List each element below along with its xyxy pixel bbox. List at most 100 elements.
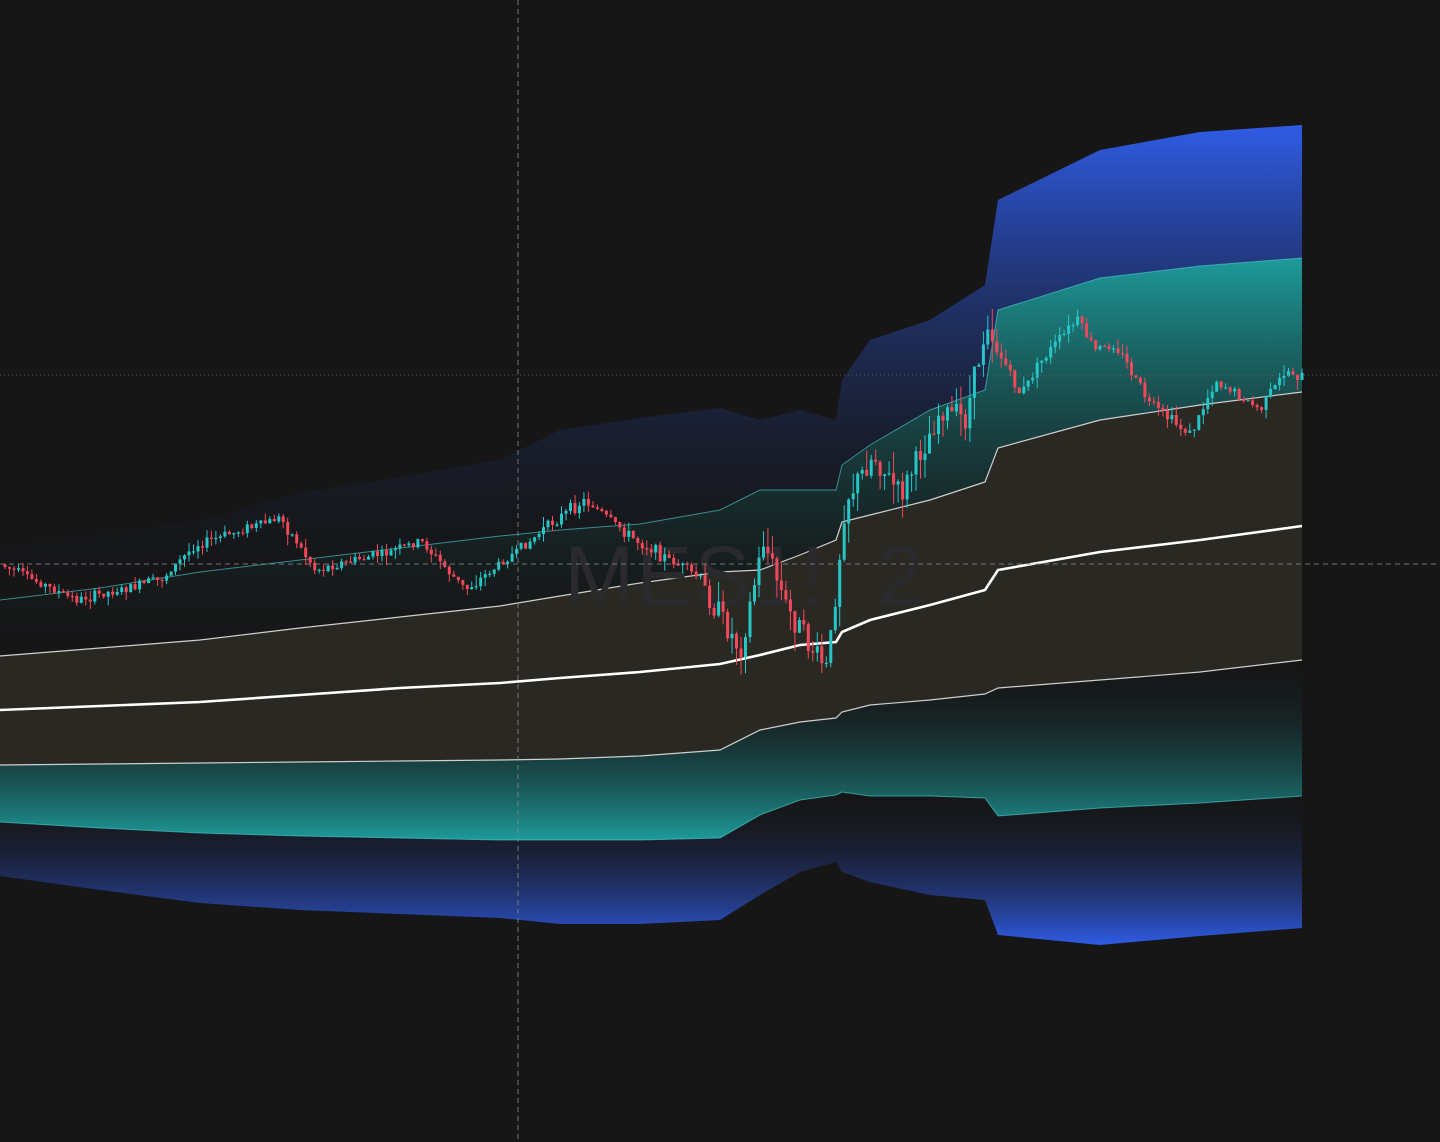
- candle-down[interactable]: [425, 541, 429, 550]
- candle-up[interactable]: [1188, 430, 1192, 433]
- candle-down[interactable]: [788, 599, 792, 612]
- candle-down[interactable]: [344, 561, 348, 563]
- candle-down[interactable]: [595, 507, 599, 509]
- candle-down[interactable]: [600, 509, 604, 512]
- candle-down[interactable]: [735, 633, 738, 649]
- candle-down[interactable]: [609, 514, 613, 518]
- candle-up[interactable]: [1192, 429, 1196, 431]
- candle-down[interactable]: [227, 531, 231, 535]
- candle-down[interactable]: [672, 558, 676, 565]
- candle-up[interactable]: [371, 551, 375, 557]
- candle-up[interactable]: [869, 459, 873, 476]
- candle-down[interactable]: [878, 461, 882, 476]
- candle-down[interactable]: [1219, 381, 1223, 388]
- candle-up[interactable]: [528, 541, 532, 549]
- candle-down[interactable]: [712, 608, 716, 616]
- candle-down[interactable]: [636, 538, 640, 543]
- candle-down[interactable]: [573, 503, 577, 514]
- candle-down[interactable]: [281, 516, 285, 522]
- candle-down[interactable]: [1107, 345, 1111, 349]
- candle-down[interactable]: [209, 537, 213, 539]
- candle-up[interactable]: [856, 473, 860, 494]
- candle-down[interactable]: [649, 549, 653, 553]
- candle-down[interactable]: [1089, 337, 1093, 341]
- candle-up[interactable]: [106, 591, 110, 597]
- candle-down[interactable]: [963, 414, 967, 429]
- candle-down[interactable]: [1008, 364, 1012, 371]
- candle-up[interactable]: [842, 523, 846, 560]
- candle-up[interactable]: [245, 524, 249, 534]
- candle-down[interactable]: [12, 568, 16, 570]
- candle-up[interactable]: [1273, 385, 1277, 389]
- candle-down[interactable]: [892, 473, 896, 485]
- candle-up[interactable]: [797, 620, 801, 633]
- candle-up[interactable]: [236, 532, 240, 534]
- candle-up[interactable]: [663, 554, 667, 562]
- candle-down[interactable]: [1125, 353, 1129, 363]
- candle-up[interactable]: [582, 499, 586, 506]
- candle-up[interactable]: [187, 551, 191, 556]
- candle-down[interactable]: [591, 505, 595, 508]
- candle-up[interactable]: [380, 550, 384, 556]
- candle-up[interactable]: [654, 544, 658, 553]
- candle-down[interactable]: [1242, 399, 1246, 401]
- candle-up[interactable]: [398, 544, 402, 549]
- candle-up[interactable]: [833, 606, 837, 631]
- candle-down[interactable]: [286, 522, 290, 535]
- candle-up[interactable]: [555, 524, 559, 526]
- candle-up[interactable]: [533, 537, 537, 542]
- candle-down[interactable]: [21, 568, 25, 572]
- candle-up[interactable]: [120, 587, 124, 592]
- candle-up[interactable]: [717, 601, 721, 616]
- candle-down[interactable]: [452, 574, 456, 577]
- candle-down[interactable]: [865, 470, 869, 476]
- candle-down[interactable]: [1130, 362, 1133, 376]
- candle-down[interactable]: [358, 556, 361, 560]
- candle-down[interactable]: [640, 543, 644, 549]
- candle-up[interactable]: [214, 538, 218, 540]
- candle-down[interactable]: [447, 567, 451, 575]
- candle-down[interactable]: [802, 620, 806, 625]
- candle-down[interactable]: [1085, 323, 1089, 338]
- candle-up[interactable]: [178, 559, 182, 564]
- candle-up[interactable]: [1031, 377, 1035, 381]
- candle-down[interactable]: [88, 599, 92, 602]
- candle-down[interactable]: [1013, 370, 1017, 388]
- candle-down[interactable]: [613, 517, 617, 522]
- candle-down[interactable]: [1156, 402, 1160, 408]
- candle-down[interactable]: [1134, 375, 1138, 378]
- candle-up[interactable]: [1170, 415, 1174, 420]
- candle-up[interactable]: [1071, 325, 1075, 327]
- candle-down[interactable]: [331, 565, 335, 570]
- candle-up[interactable]: [1049, 347, 1053, 358]
- candle-up[interactable]: [1300, 372, 1304, 380]
- candle-up[interactable]: [896, 481, 900, 485]
- candle-down[interactable]: [1004, 358, 1008, 365]
- candle-down[interactable]: [586, 499, 590, 506]
- candle-down[interactable]: [241, 532, 245, 534]
- candle-up[interactable]: [883, 474, 887, 476]
- candle-down[interactable]: [250, 524, 254, 528]
- candle-down[interactable]: [811, 651, 815, 653]
- candle-up[interactable]: [905, 474, 909, 500]
- candle-up[interactable]: [492, 569, 496, 574]
- candle-down[interactable]: [999, 352, 1003, 359]
- candle-up[interactable]: [353, 556, 357, 563]
- candle-up[interactable]: [223, 531, 227, 537]
- candle-down[interactable]: [1094, 340, 1098, 350]
- candle-down[interactable]: [25, 571, 29, 575]
- candle-up[interactable]: [838, 559, 842, 607]
- candle-down[interactable]: [263, 520, 267, 524]
- candle-up[interactable]: [887, 473, 891, 475]
- candle-down[interactable]: [775, 558, 779, 581]
- price-chart[interactable]: MES1!, 2: [0, 0, 1440, 1142]
- candle-down[interactable]: [1138, 377, 1142, 383]
- candle-up[interactable]: [232, 533, 236, 535]
- candle-up[interactable]: [147, 578, 151, 584]
- candle-up[interactable]: [192, 551, 195, 553]
- candle-down[interactable]: [461, 580, 465, 585]
- candle-up[interactable]: [986, 329, 990, 345]
- candle-down[interactable]: [726, 612, 730, 639]
- candle-up[interactable]: [699, 575, 703, 577]
- candle-up[interactable]: [268, 519, 272, 524]
